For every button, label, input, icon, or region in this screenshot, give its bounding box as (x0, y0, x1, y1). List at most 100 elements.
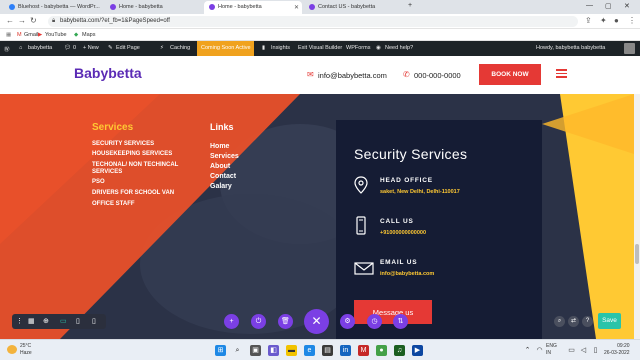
tab-label: Bluehost - babybetta — WordPr... (18, 4, 100, 10)
wp-new[interactable]: + New (83, 45, 99, 51)
wp-site-name[interactable]: babybetta (28, 45, 52, 51)
bookmarks-bar: ▦ M Gmail ▶ YouTube ◆ Maps (0, 29, 640, 41)
search-icon[interactable]: ⌕ (232, 345, 243, 356)
wp-user-greeting[interactable]: Howdy, babybetta babybetta (536, 45, 605, 51)
file-explorer-icon[interactable]: ▬ (286, 345, 297, 356)
extensions-icon[interactable]: ✦ (600, 16, 607, 25)
browser-tab[interactable]: Bluehost - babybetta — WordPr... (4, 1, 104, 14)
history-icon[interactable]: ◷ (367, 314, 382, 329)
wp-wpforms[interactable]: WPForms (346, 45, 370, 51)
minimize-icon[interactable]: — (586, 2, 593, 9)
browser-tab[interactable]: Home - babybetta (105, 1, 203, 14)
wp-edit-page[interactable]: Edit Page (116, 45, 140, 51)
language-indicator[interactable]: ENG IN (546, 343, 557, 357)
header-email[interactable]: info@babybetta.com (318, 71, 387, 80)
network-icon[interactable]: ▭ (566, 345, 577, 356)
chrome-icon[interactable]: ● (376, 345, 387, 356)
linkedin-icon[interactable]: in (340, 345, 351, 356)
weather-icon (7, 345, 17, 354)
spotify-icon[interactable]: ♫ (394, 345, 405, 356)
add-module-icon[interactable]: + (224, 314, 239, 329)
links-heading: Links (210, 122, 234, 132)
header-phone[interactable]: 000-000-0000 (414, 71, 461, 80)
trash-icon[interactable]: 🗑︎ (278, 314, 293, 329)
back-icon[interactable]: ← (6, 16, 14, 25)
new-tab-button[interactable]: + (408, 2, 412, 9)
service-link[interactable]: TECHONAL/ NON TECHINCAL SERVICES (92, 162, 192, 176)
terminal-icon[interactable]: ▶ (412, 345, 423, 356)
phone-view-icon[interactable]: ▯ (92, 317, 96, 325)
edge-icon[interactable]: e (304, 345, 315, 356)
call-us-value[interactable]: +91000000000000 (380, 230, 426, 236)
forward-icon[interactable]: → (18, 16, 26, 25)
wordpress-icon[interactable]: Ⓦ (4, 45, 10, 53)
power-icon[interactable]: ⏻ (251, 314, 266, 329)
system-clock[interactable]: 09:20 26-03-2022 (604, 343, 630, 357)
footer-link[interactable]: Contact (210, 173, 236, 180)
service-link[interactable]: SECURITY SERVICES (92, 141, 192, 148)
search-icon[interactable]: ⌕ (554, 316, 565, 327)
footer-link[interactable]: About (210, 163, 230, 170)
close-builder-icon[interactable]: ✕ (304, 309, 329, 334)
service-link[interactable]: HOUSEKEEPING SERVICES (92, 151, 192, 158)
wp-insights[interactable]: Insights (271, 45, 290, 51)
site-logo[interactable]: Babybetta (74, 65, 142, 81)
service-link[interactable]: OFFICE STAFF (92, 201, 192, 208)
hamburger-menu-icon[interactable] (556, 69, 567, 78)
bookmark-maps[interactable]: Maps (82, 32, 95, 38)
user-avatar[interactable] (624, 43, 635, 54)
wp-caching[interactable]: Caching (170, 45, 190, 51)
windows-start-icon[interactable]: ⊞ (215, 345, 226, 356)
email-us-value[interactable]: info@babybetta.com (380, 271, 434, 277)
close-tab-icon[interactable]: ✕ (294, 4, 299, 11)
mcafee-icon[interactable]: M (358, 345, 369, 356)
wifi-icon[interactable]: ◠ (534, 345, 545, 356)
wp-need-help[interactable]: Need help? (385, 45, 413, 51)
close-window-icon[interactable]: ✕ (624, 2, 630, 10)
bookmark-youtube[interactable]: YouTube (45, 32, 67, 38)
sort-icon[interactable]: ⇅ (393, 314, 408, 329)
widgets-icon[interactable]: ◧ (268, 345, 279, 356)
store-icon[interactable]: ▤ (322, 345, 333, 356)
page-scrollbar[interactable] (634, 94, 640, 339)
settings-dots-icon[interactable]: ⋮ (16, 317, 23, 325)
footer-link[interactable]: Galary (210, 183, 232, 190)
service-link[interactable]: PSO (92, 179, 192, 186)
settings-icon[interactable]: ⚙︎ (340, 314, 355, 329)
task-view-icon[interactable]: ▣ (250, 345, 261, 356)
coming-soon-badge[interactable]: Coming Soon Active (197, 41, 254, 56)
url-field[interactable]: 🔒︎ babybetta.com/?et_fb=1&PageSpeed=off (48, 16, 578, 27)
zoom-icon[interactable]: ⊕ (43, 317, 49, 325)
save-button[interactable]: Save (598, 313, 621, 329)
browser-tab-active[interactable]: Home - babybetta ✕ (204, 1, 302, 14)
service-link[interactable]: DRIVERS FOR SCHOOL VAN (92, 190, 192, 197)
tab-favicon-icon (209, 4, 215, 10)
profile-icon[interactable]: ● (614, 16, 619, 25)
browser-tab[interactable]: Contact US - babybetta (304, 1, 402, 14)
help-icon[interactable]: ? (582, 316, 593, 327)
wp-exit-visual-builder[interactable]: Exit Visual Builder (298, 45, 342, 51)
volume-icon[interactable]: ◁ (578, 345, 589, 356)
tray-chevron-icon[interactable]: ⌃ (522, 345, 533, 356)
bookmark-gmail[interactable]: Gmail (24, 32, 38, 38)
menu-icon[interactable]: ⋮ (628, 16, 636, 25)
footer-link[interactable]: Home (210, 143, 229, 150)
portability-icon[interactable]: ⇄ (568, 316, 579, 327)
tab-favicon-icon (110, 4, 116, 10)
scrollbar-thumb[interactable] (635, 244, 639, 264)
wireframe-icon[interactable]: ▦ (28, 317, 35, 325)
maximize-icon[interactable]: ▢ (605, 2, 612, 10)
desktop-view-icon[interactable]: ▭ (60, 317, 67, 325)
tablet-view-icon[interactable]: ▯ (76, 317, 80, 325)
book-now-button[interactable]: BOOK NOW (479, 64, 541, 85)
reload-icon[interactable]: ↻ (30, 16, 37, 25)
share-icon[interactable]: ⇪ (585, 16, 592, 25)
footer-link[interactable]: Services (210, 153, 239, 160)
home-icon: ⌂ (19, 45, 23, 51)
battery-icon[interactable]: ▯ (590, 345, 601, 356)
youtube-icon: ▶ (38, 32, 43, 38)
insights-icon: ▮ (262, 45, 266, 51)
weather-widget[interactable]: 25°C Haze (20, 343, 32, 357)
wp-comments-count[interactable]: 0 (73, 45, 76, 51)
apps-icon[interactable]: ▦ (6, 32, 11, 38)
